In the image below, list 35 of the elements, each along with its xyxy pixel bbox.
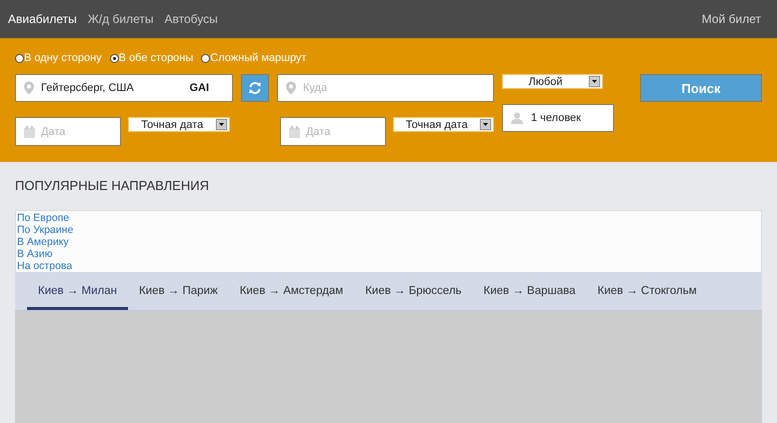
passengers-field[interactable]: 1 человек [502, 104, 614, 132]
refresh-icon [248, 81, 262, 95]
destination-field[interactable]: Куда [277, 74, 494, 102]
route-tab[interactable]: Киев → Варшава [472, 275, 587, 310]
date-field[interactable]: Дата [15, 117, 122, 146]
radio-button-icon[interactable] [15, 54, 24, 62]
dropdown-arrow-icon [216, 119, 227, 130]
section-title: ПОПУЛЯРНЫЕ НАПРАВЛЕНИЯ [15, 177, 209, 195]
region-link[interactable]: В Азию [17, 248, 52, 260]
region-link[interactable]: На острова [17, 260, 72, 272]
calendar-icon [24, 126, 35, 138]
route-tab[interactable]: Киев → Стокгольм [586, 275, 708, 310]
my-ticket-link[interactable]: Мой билет [702, 12, 761, 26]
location-pin-icon [286, 82, 296, 94]
route-tab[interactable]: Киев → Париж [128, 275, 229, 310]
class-select[interactable]: Любой [502, 74, 603, 89]
region-link[interactable]: По Украине [17, 224, 74, 236]
dropdown-arrow-icon [589, 76, 600, 87]
radio-button-icon[interactable] [201, 54, 210, 62]
region-link[interactable]: По Европе [17, 212, 70, 224]
region-link[interactable]: В Америку [17, 236, 69, 248]
dropdown-arrow-icon [480, 119, 491, 130]
date-field[interactable]: Дата [280, 117, 386, 146]
person-icon [511, 112, 523, 124]
date-mode-select[interactable]: Точная дата [128, 117, 230, 132]
swap-button[interactable] [241, 74, 269, 102]
nav-link[interactable]: Автобусы [164, 12, 218, 26]
radio-button-icon[interactable] [110, 54, 119, 62]
route-tab[interactable]: Киев → Брюссель [354, 275, 473, 310]
nav-link[interactable]: Авиабилеты [8, 12, 77, 26]
nav-link[interactable]: Ж/д билеты [88, 12, 154, 26]
airport-code: GAI [189, 82, 209, 94]
date-mode-select[interactable]: Точная дата [393, 117, 494, 132]
route-tab[interactable]: Киев → Амстердам [228, 275, 354, 310]
location-pin-icon [24, 82, 34, 94]
